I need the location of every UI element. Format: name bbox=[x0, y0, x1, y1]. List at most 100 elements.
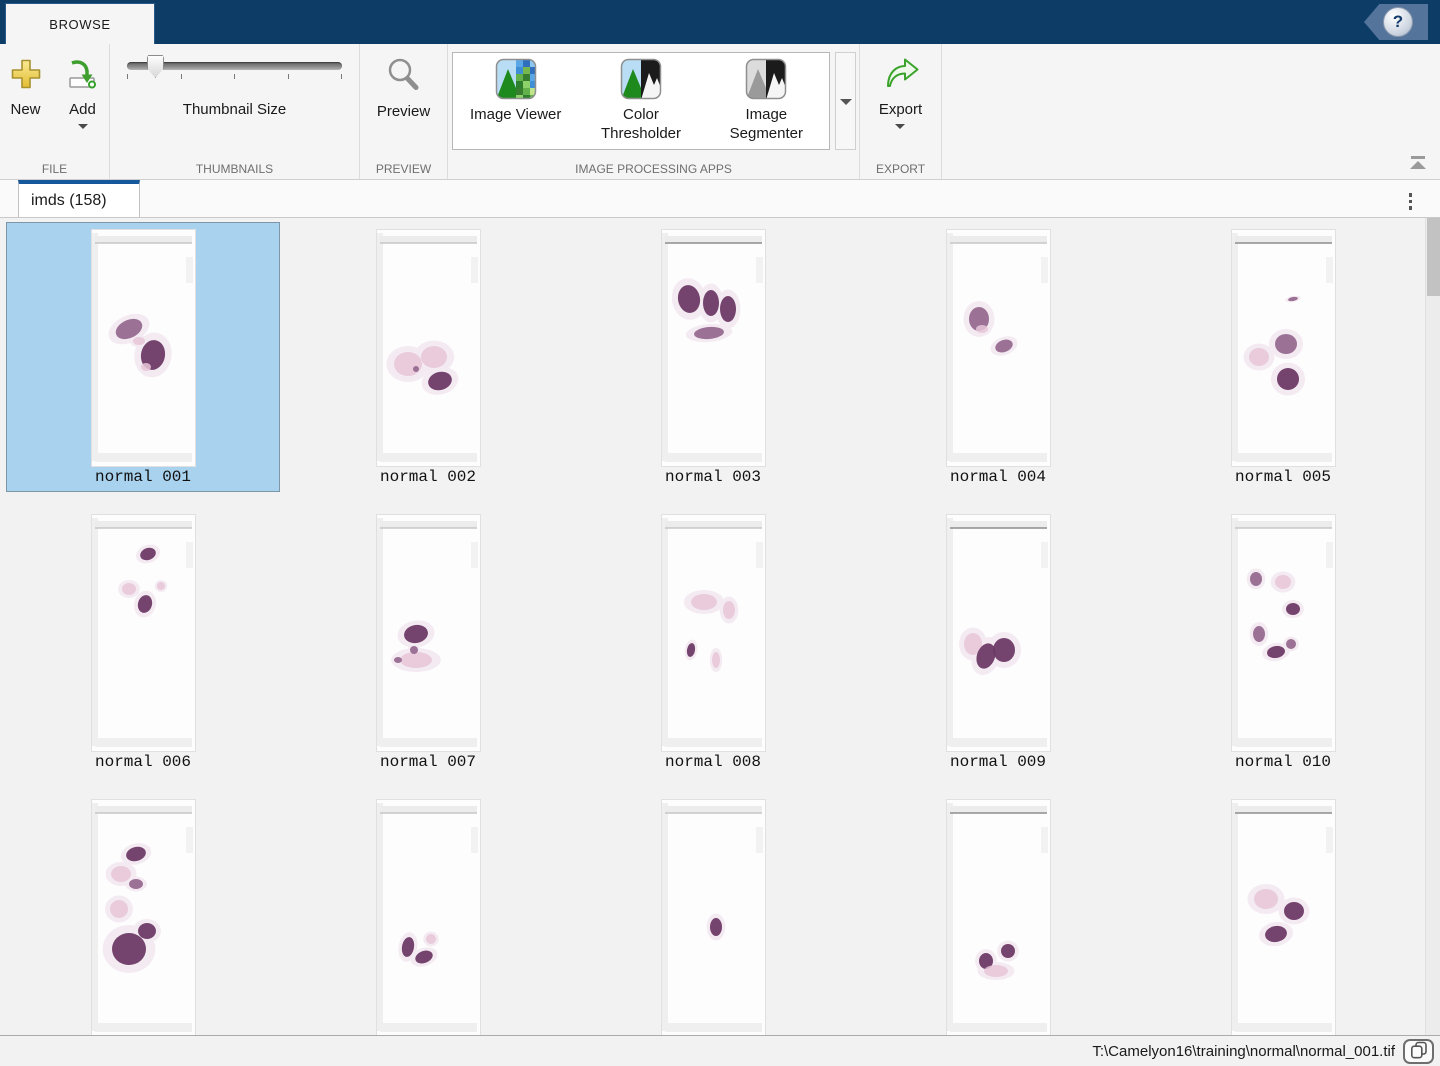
slide-thumbnail-image bbox=[946, 799, 1051, 1035]
thumbnail-label: normal 008 bbox=[665, 753, 761, 771]
thumbnail-cell[interactable] bbox=[861, 792, 1135, 1035]
collapse-ribbon-button[interactable] bbox=[1408, 154, 1428, 171]
thumbnail-cell[interactable]: normal 005 bbox=[1146, 222, 1420, 492]
add-button-label: Add bbox=[69, 101, 96, 118]
copy-path-button[interactable] bbox=[1403, 1039, 1434, 1064]
thumbnail-label: normal 002 bbox=[380, 468, 476, 486]
tab-browse[interactable]: BROWSE bbox=[5, 3, 155, 44]
slide-thumbnail-image bbox=[1231, 514, 1336, 752]
collapse-triangle-icon bbox=[1410, 161, 1426, 169]
slide-thumbnail-image bbox=[376, 229, 481, 467]
thumbnail-cell[interactable] bbox=[6, 792, 280, 1035]
ribbon: New Add FILE bbox=[0, 44, 1440, 180]
thumbnail-label: normal 007 bbox=[380, 753, 476, 771]
image-segmenter-label: Image Segmenter bbox=[711, 105, 821, 143]
vertical-scrollbar[interactable] bbox=[1425, 218, 1440, 1035]
thumbnail-cell[interactable] bbox=[576, 792, 850, 1035]
slide-thumbnail-image bbox=[661, 799, 766, 1035]
slide-thumbnail-image bbox=[376, 799, 481, 1035]
preview-button[interactable]: Preview bbox=[373, 54, 434, 122]
thumbnail-canvas: normal 001 normal 002 normal 003 normal 004… bbox=[0, 218, 1440, 1035]
color-thresholder-icon bbox=[620, 58, 662, 105]
thumbnail-cell[interactable]: normal 008 bbox=[576, 507, 850, 777]
export-arrow-icon bbox=[880, 56, 920, 96]
export-button-label: Export bbox=[879, 101, 922, 118]
statusbar: T:\Camelyon16\training\normal\normal_001… bbox=[0, 1035, 1440, 1066]
slide-thumbnail-image bbox=[1231, 799, 1336, 1035]
thumbnail-size-slider[interactable] bbox=[110, 44, 359, 79]
slide-thumbnail-image bbox=[91, 799, 196, 1035]
slide-thumbnail-image bbox=[376, 514, 481, 752]
copy-icon bbox=[1410, 1041, 1428, 1062]
image-segmenter-icon bbox=[745, 58, 787, 105]
slide-thumbnail-image bbox=[91, 514, 196, 752]
new-plus-icon bbox=[8, 56, 44, 96]
image-viewer-label: Image Viewer bbox=[461, 105, 571, 124]
thumbnail-label: normal 005 bbox=[1235, 468, 1331, 486]
ribbon-section-file: New Add FILE bbox=[0, 44, 110, 179]
thumbnail-label: normal 003 bbox=[665, 468, 761, 486]
export-section-label: EXPORT bbox=[860, 162, 941, 176]
thumbnails-section-label: THUMBNAILS bbox=[110, 162, 359, 176]
image-viewer-icon bbox=[495, 58, 537, 105]
thumbnail-cell[interactable]: normal 009 bbox=[861, 507, 1135, 777]
thumbnail-label: normal 009 bbox=[950, 753, 1046, 771]
ribbon-section-preview: Preview PREVIEW bbox=[360, 44, 448, 179]
thumbnail-cell[interactable]: normal 001 bbox=[6, 222, 280, 492]
magnifier-icon bbox=[383, 56, 423, 98]
ribbon-section-export: Export EXPORT bbox=[860, 44, 942, 179]
image-browser-app: BROWSE ? New bbox=[0, 0, 1440, 1066]
kebab-menu-icon[interactable] bbox=[1407, 191, 1415, 212]
add-button[interactable]: Add bbox=[60, 54, 106, 131]
slide-thumbnail-image bbox=[946, 514, 1051, 752]
new-button[interactable]: New bbox=[4, 54, 48, 131]
thumbnail-label: normal 010 bbox=[1235, 753, 1331, 771]
thumbnail-cell[interactable]: normal 007 bbox=[291, 507, 565, 777]
collapse-bar-icon bbox=[1411, 156, 1425, 159]
slider-track[interactable] bbox=[127, 62, 342, 70]
file-section-label: FILE bbox=[0, 162, 109, 176]
document-tabstrip: imds (158) bbox=[0, 180, 1440, 218]
ribbon-spacer bbox=[942, 44, 1440, 179]
ribbon-section-thumbnails: Thumbnail Size THUMBNAILS bbox=[110, 44, 360, 179]
thumbnail-label: normal 001 bbox=[95, 468, 191, 486]
tab-imds[interactable]: imds (158) bbox=[18, 180, 140, 217]
help-button[interactable]: ? bbox=[1383, 7, 1413, 37]
thumbnail-cell[interactable]: normal 010 bbox=[1146, 507, 1420, 777]
apps-section-label: IMAGE PROCESSING APPS bbox=[448, 162, 859, 176]
export-dropdown-caret-icon bbox=[895, 124, 905, 129]
thumbnail-label: normal 006 bbox=[95, 753, 191, 771]
thumbnail-size-label: Thumbnail Size bbox=[110, 101, 359, 118]
thumbnail-cell[interactable]: normal 003 bbox=[576, 222, 850, 492]
preview-button-label: Preview bbox=[377, 103, 430, 120]
image-segmenter-app-button[interactable]: Image Segmenter bbox=[704, 53, 829, 149]
thumbnail-cell[interactable] bbox=[1146, 792, 1420, 1035]
color-thresholder-app-button[interactable]: Color Thresholder bbox=[578, 53, 703, 149]
export-button[interactable]: Export bbox=[875, 54, 926, 131]
new-button-label: New bbox=[10, 101, 40, 118]
thumbnail-cell[interactable]: normal 004 bbox=[861, 222, 1135, 492]
chevron-down-icon bbox=[840, 99, 852, 105]
slide-thumbnail-image bbox=[946, 229, 1051, 467]
apps-gallery: Image Viewer bbox=[452, 52, 830, 150]
thumbnail-grid: normal 001 normal 002 normal 003 normal 004… bbox=[6, 222, 1420, 1035]
color-thresholder-label: Color Thresholder bbox=[586, 105, 696, 143]
apps-gallery-dropdown-button[interactable] bbox=[835, 52, 856, 150]
add-import-icon bbox=[64, 56, 102, 96]
thumbnail-cell[interactable] bbox=[291, 792, 565, 1035]
preview-section-label: PREVIEW bbox=[360, 162, 447, 176]
slide-thumbnail-image bbox=[661, 514, 766, 752]
image-viewer-app-button[interactable]: Image Viewer bbox=[453, 53, 578, 149]
slider-ticks bbox=[127, 74, 342, 79]
slide-thumbnail-image bbox=[1231, 229, 1336, 467]
slide-thumbnail-image bbox=[91, 229, 196, 467]
question-mark-icon: ? bbox=[1393, 12, 1403, 32]
thumbnail-cell[interactable]: normal 002 bbox=[291, 222, 565, 492]
thumbnail-cell[interactable]: normal 006 bbox=[6, 507, 280, 777]
thumbnail-label: normal 004 bbox=[950, 468, 1046, 486]
slide-thumbnail-image bbox=[661, 229, 766, 467]
titlebar: BROWSE ? bbox=[0, 0, 1440, 44]
status-file-path: T:\Camelyon16\training\normal\normal_001… bbox=[1092, 1043, 1395, 1060]
ribbon-section-apps: Image Viewer bbox=[448, 44, 860, 179]
scrollbar-thumb[interactable] bbox=[1427, 218, 1440, 296]
